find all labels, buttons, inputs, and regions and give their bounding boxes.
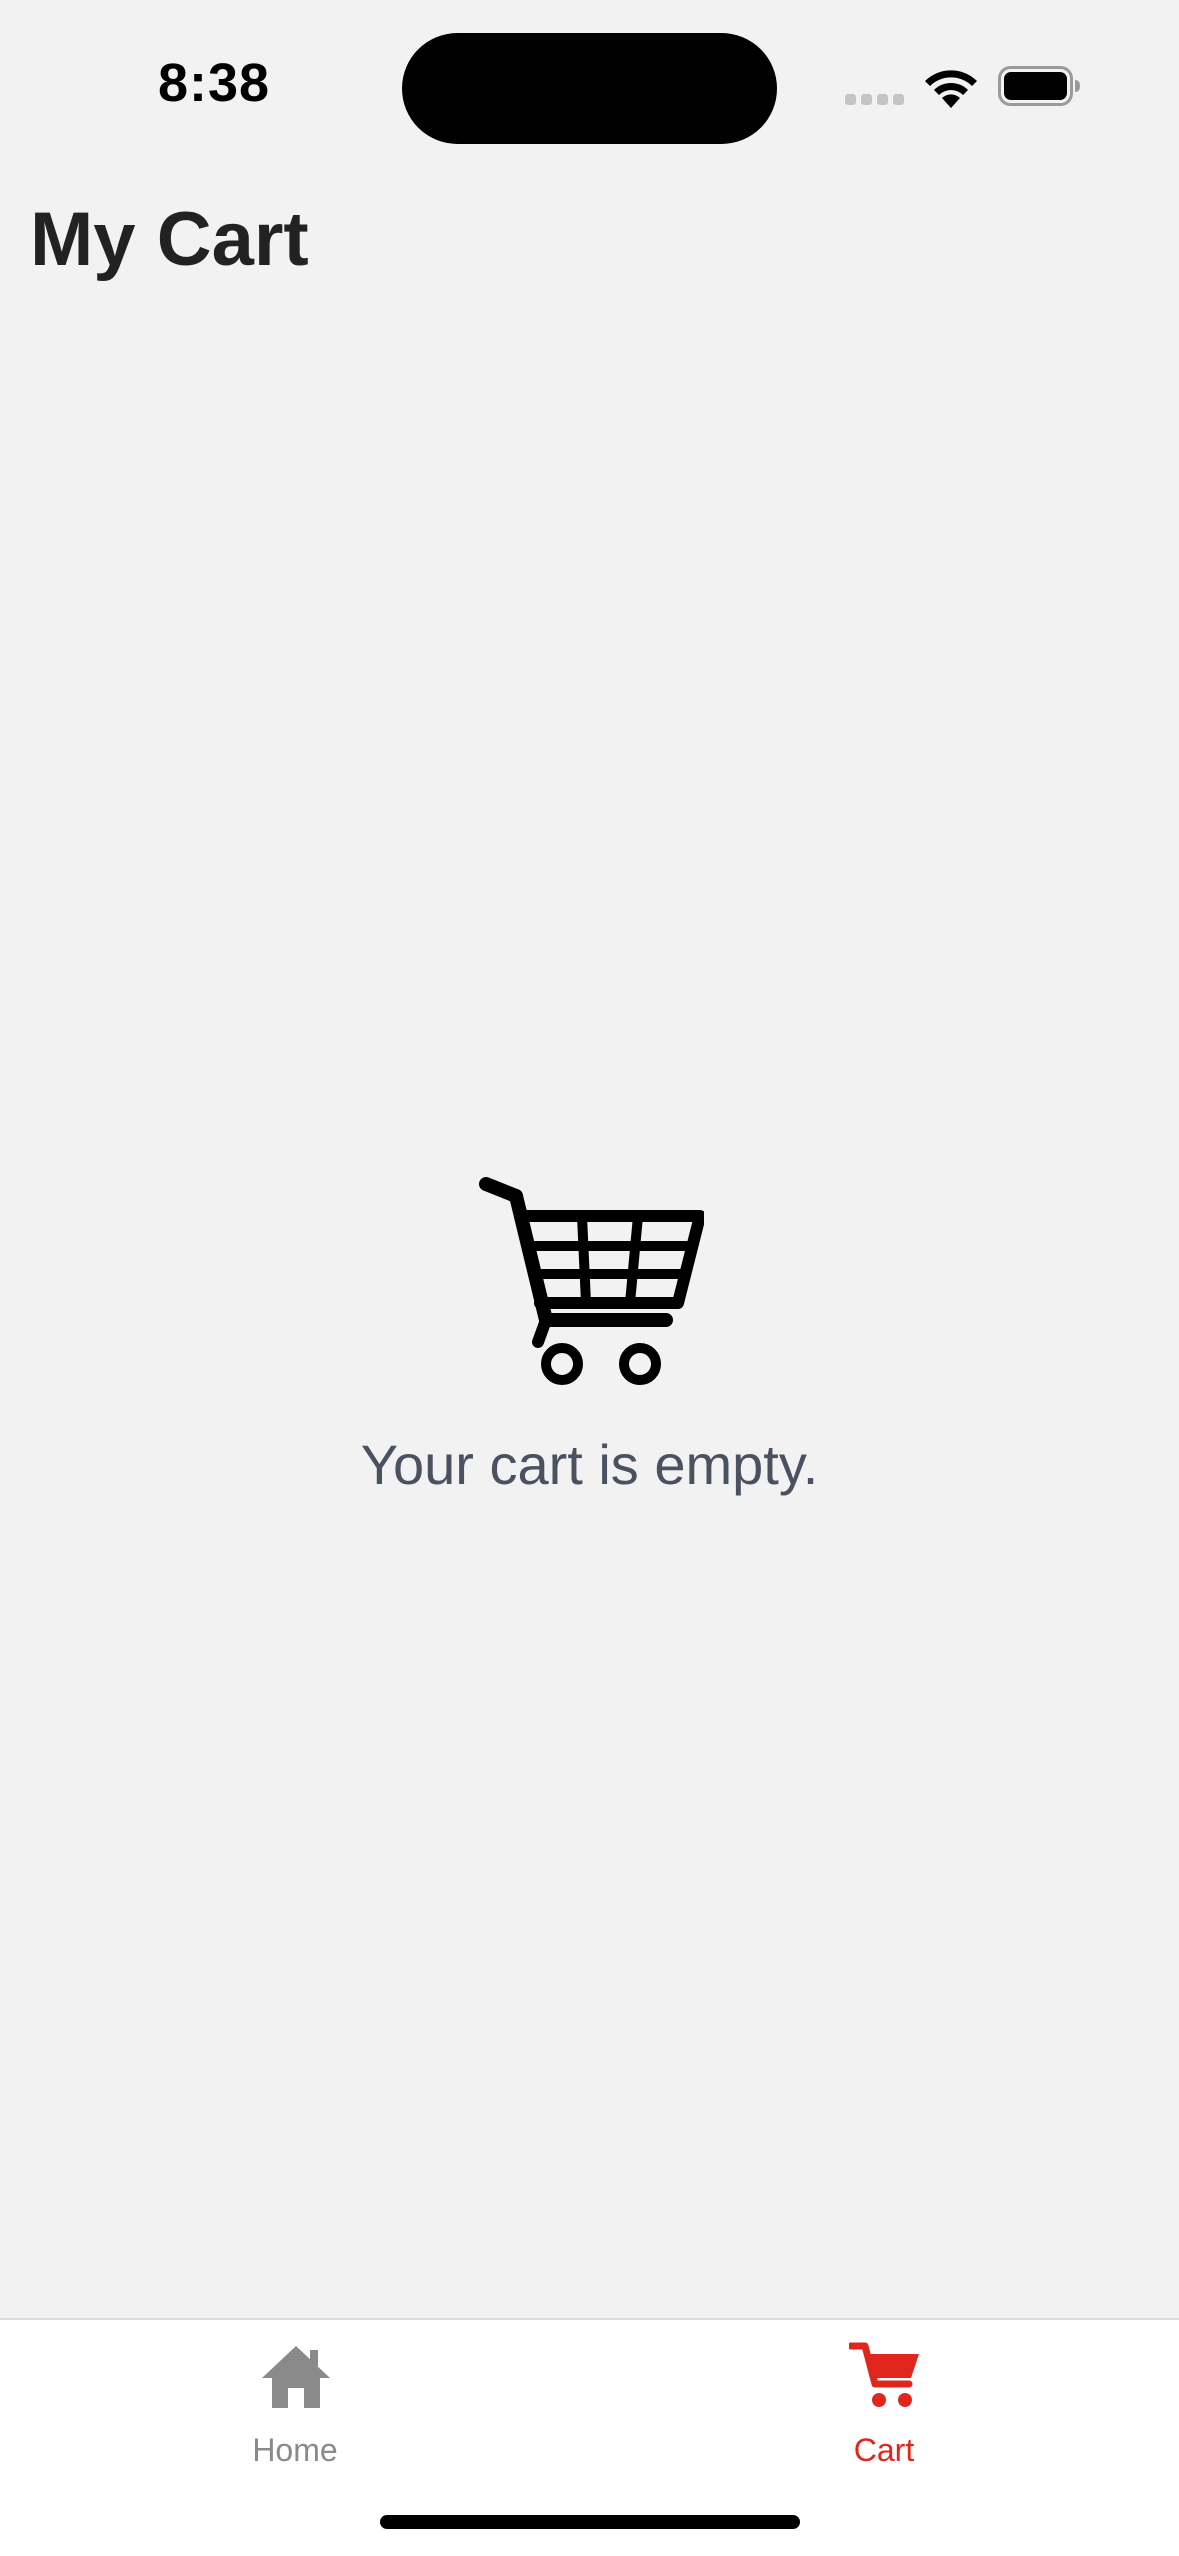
tab-home-label: Home — [252, 2432, 338, 2468]
shopping-cart-icon — [479, 1177, 704, 1385]
page-title: My Cart — [30, 197, 309, 282]
home-indicator[interactable] — [380, 2515, 800, 2529]
cellular-signal-icon — [845, 94, 905, 108]
status-time: 8:38 — [158, 53, 271, 113]
status-bar: 8:38 — [0, 0, 1179, 170]
tab-cart-label: Cart — [853, 2432, 915, 2468]
dynamic-island — [402, 33, 777, 144]
home-icon — [262, 2346, 330, 2408]
empty-cart-message: Your cart is empty. — [360, 1433, 819, 1496]
cart-icon — [849, 2342, 919, 2407]
battery-icon — [998, 66, 1080, 106]
wifi-icon — [925, 70, 977, 108]
tab-cart[interactable]: Cart — [734, 2340, 1034, 2490]
tab-home[interactable]: Home — [145, 2340, 445, 2490]
empty-cart-state: Your cart is empty. — [0, 1170, 1179, 1510]
